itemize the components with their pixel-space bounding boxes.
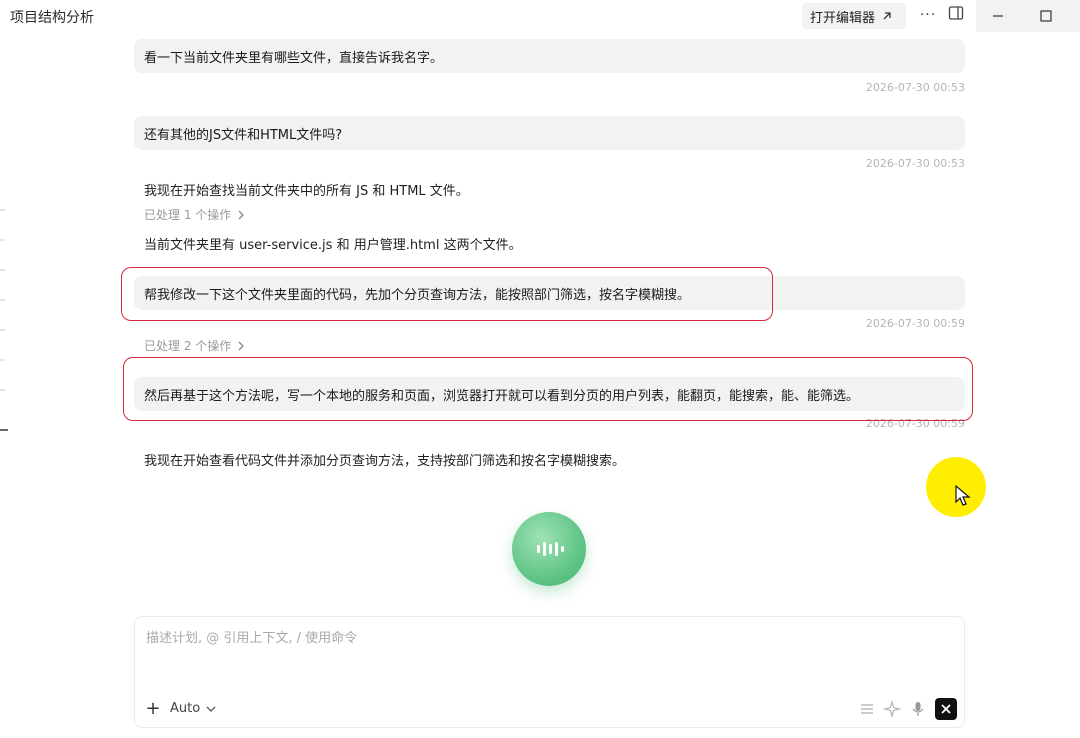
sparkle-icon[interactable]	[883, 700, 901, 718]
voice-input-orb[interactable]	[512, 512, 586, 586]
window-title: 项目结构分析	[10, 10, 94, 26]
highlight-box	[121, 267, 773, 321]
add-attachment-button[interactable]: +	[144, 700, 162, 718]
open-editor-label: 打开编辑器	[810, 10, 876, 26]
more-icon[interactable]: ···	[916, 4, 940, 26]
processed-label: 已处理 2 个操作	[144, 339, 232, 353]
model-selector[interactable]: Auto	[170, 701, 216, 716]
audio-wave-icon	[537, 542, 564, 556]
processed-actions-toggle[interactable]: 已处理 2 个操作	[144, 337, 245, 354]
panel-toggle-icon[interactable]	[948, 5, 968, 25]
message-text: 还有其他的JS文件和HTML文件吗?	[144, 127, 343, 143]
message-timestamp: 2026-07-30 00:59	[865, 317, 965, 330]
chevron-right-icon	[238, 210, 245, 219]
close-icon	[941, 704, 951, 714]
message-timestamp: 2026-07-30 00:53	[865, 81, 965, 94]
model-label: Auto	[170, 701, 201, 716]
highlight-box	[123, 357, 973, 421]
chevron-right-icon	[238, 341, 245, 350]
minimize-icon[interactable]	[986, 5, 1010, 27]
external-link-icon	[883, 12, 891, 20]
chevron-down-icon	[206, 706, 216, 712]
microphone-icon[interactable]	[909, 700, 927, 718]
stop-button[interactable]	[935, 698, 957, 720]
message-text: 看一下当前文件夹里有哪些文件，直接告诉我名字。	[144, 50, 444, 66]
assistant-message: 我现在开始查看代码文件并添加分页查询方法，支持按部门筛选和按名字模糊搜索。	[144, 454, 626, 469]
list-icon[interactable]	[858, 700, 876, 718]
processed-label: 已处理 1 个操作	[144, 208, 232, 222]
message-timestamp: 2026-07-30 00:53	[865, 157, 965, 170]
assistant-message: 我现在开始查找当前文件夹中的所有 JS 和 HTML 文件。	[144, 184, 469, 199]
assistant-message: 当前文件夹里有 user-service.js 和 用户管理.html 这两个文…	[144, 238, 522, 253]
left-scroll-ticks	[0, 209, 8, 431]
processed-actions-toggle[interactable]: 已处理 1 个操作	[144, 206, 245, 223]
mouse-cursor-icon	[955, 485, 971, 506]
composer-input-placeholder[interactable]: 描述计划, @ 引用上下文, / 使用命令	[146, 627, 357, 646]
user-message: 看一下当前文件夹里有哪些文件，直接告诉我名字。	[134, 39, 965, 73]
open-editor-button[interactable]: 打开编辑器	[802, 3, 906, 29]
user-message: 还有其他的JS文件和HTML文件吗?	[134, 116, 965, 150]
maximize-icon[interactable]	[1034, 5, 1058, 27]
